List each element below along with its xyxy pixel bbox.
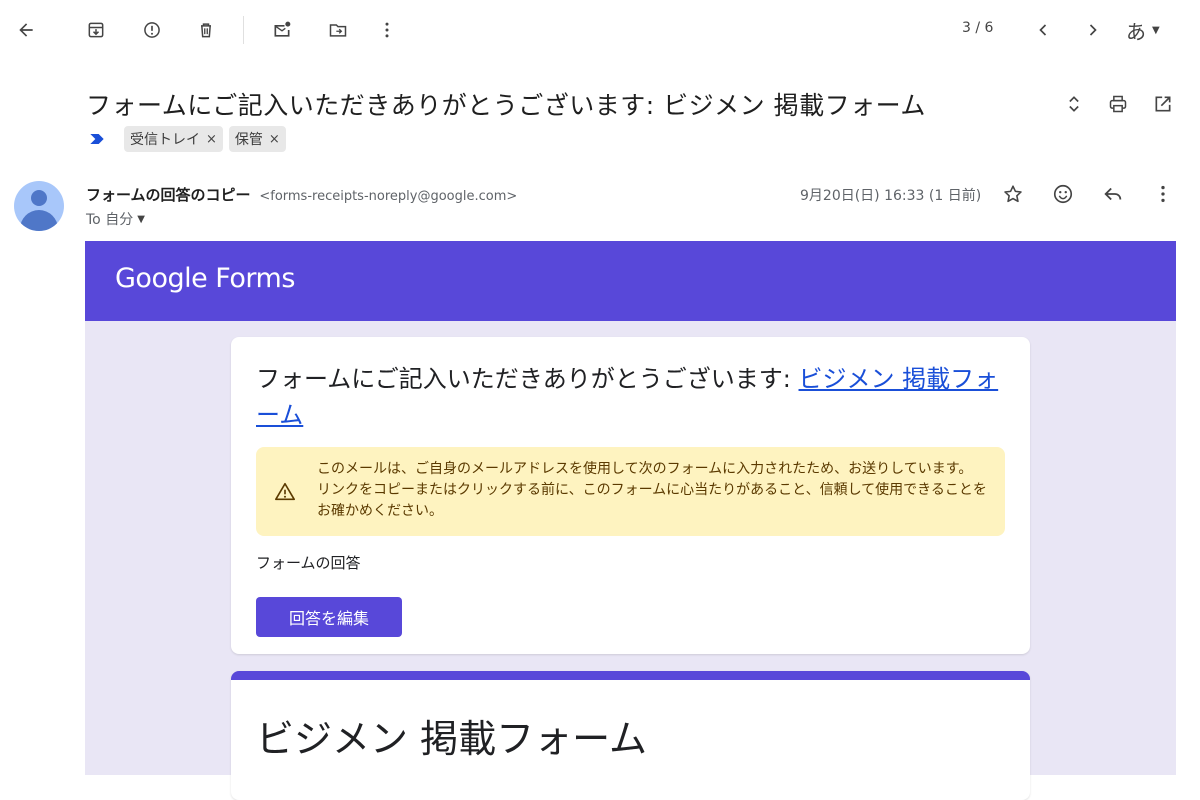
move-to-icon[interactable]: [320, 12, 356, 48]
sender-email: <forms-receipts-noreply@google.com>: [259, 189, 518, 204]
report-spam-icon[interactable]: [134, 12, 170, 48]
input-method-label: あ: [1126, 20, 1146, 44]
message-date: 9月20日(日) 16:33 (1 日前): [800, 188, 982, 204]
importance-marker-icon[interactable]: [86, 128, 108, 150]
delete-icon[interactable]: [188, 12, 224, 48]
logo-google-text: Google: [115, 263, 208, 294]
sender-name[interactable]: フォームの回答のコピー: [86, 186, 251, 204]
reply-icon[interactable]: [1095, 176, 1131, 212]
response-label: フォームの回答: [256, 554, 361, 572]
chevron-right-icon[interactable]: [1075, 12, 1111, 48]
mark-unread-icon[interactable]: [264, 12, 300, 48]
label-chip-text: 受信トレイ: [130, 132, 200, 148]
print-icon[interactable]: [1100, 86, 1136, 122]
caret-down-icon: ▼: [1152, 25, 1160, 36]
message-more-icon[interactable]: [1145, 176, 1181, 212]
email-subject: フォームにご記入いただきありがとうございます: ビジメン 掲載フォーム: [86, 91, 926, 120]
label-chip-inbox: 受信トレイ ×: [124, 126, 223, 152]
label-row: 受信トレイ × 保管 ×: [86, 126, 286, 152]
remove-label-icon[interactable]: ×: [269, 132, 280, 147]
form-title: ビジメン 掲載フォーム: [256, 717, 647, 761]
label-chip-text: 保管: [234, 132, 263, 148]
google-forms-logo: Google Forms: [115, 263, 295, 294]
forms-header-banner: Google Forms: [85, 241, 1176, 321]
logo-forms-text: Forms: [207, 263, 295, 294]
warning-text: このメールは、ご自身のメールアドレスを使用して次のフォームに入力されたため、お送…: [317, 461, 987, 519]
star-icon[interactable]: [995, 176, 1031, 212]
more-vert-icon[interactable]: [369, 12, 405, 48]
recipient-label: To 自分: [86, 212, 134, 228]
warning-box: このメールは、ご自身のメールアドレスを使用して次のフォームに入力されたため、お送…: [256, 447, 1005, 536]
toolbar-divider: [243, 16, 244, 44]
expand-collapse-icon[interactable]: [1056, 86, 1092, 122]
label-chip-archive: 保管 ×: [228, 126, 286, 152]
input-method-selector[interactable]: あ ▼: [1126, 16, 1160, 45]
chevron-left-icon[interactable]: [1025, 12, 1061, 48]
remove-label-icon[interactable]: ×: [206, 132, 217, 147]
receipt-card-title: フォームにご記入いただきありがとうございます: ビジメン 掲載フォーム: [256, 361, 1016, 433]
recipient-details[interactable]: To 自分 ▼: [86, 209, 145, 229]
sender-line: フォームの回答のコピー <forms-receipts-noreply@goog…: [86, 184, 517, 205]
open-new-window-icon[interactable]: [1145, 86, 1181, 122]
avatar[interactable]: [14, 181, 64, 231]
form-title-card: ビジメン 掲載フォーム: [231, 671, 1030, 800]
edit-response-button[interactable]: 回答を編集: [256, 597, 402, 637]
caret-down-icon: ▼: [137, 213, 145, 225]
receipt-card: フォームにご記入いただきありがとうございます: ビジメン 掲載フォーム このメー…: [231, 337, 1030, 654]
emoji-reaction-icon[interactable]: [1045, 176, 1081, 212]
pager-count: 3 / 6: [962, 20, 994, 36]
back-arrow-icon[interactable]: [8, 12, 44, 48]
receipt-title-text: フォームにご記入いただきありがとうございます:: [256, 365, 799, 393]
archive-icon[interactable]: [78, 12, 114, 48]
warning-triangle-icon: [274, 481, 296, 503]
